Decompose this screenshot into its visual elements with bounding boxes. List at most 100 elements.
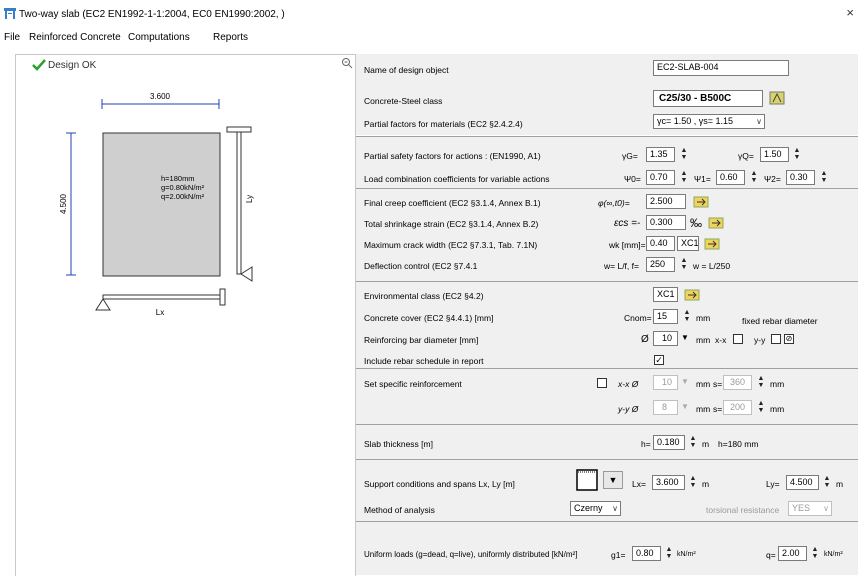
ly-dimension-text: 4.500: [59, 193, 68, 214]
thickness-unit: m: [702, 439, 710, 449]
slab-info-live: q=2.00kN/m²: [161, 192, 205, 201]
support-condition-icon[interactable]: [576, 469, 598, 491]
bar-diameter-input[interactable]: 10: [653, 331, 678, 346]
cover-spinner[interactable]: ▲ ▼: [681, 309, 693, 324]
fixed-diameter-label: fixed rebar diameter: [742, 316, 818, 326]
shrinkage-unit: ‰: [690, 216, 702, 230]
method-select[interactable]: Czerny ∨: [570, 501, 621, 516]
psi0-input[interactable]: 0.70: [646, 170, 675, 185]
specific-xx-spacing-spinner[interactable]: ▲ ▼: [755, 375, 767, 390]
lx-spinner[interactable]: ▲ ▼: [687, 475, 699, 490]
psi1-spinner[interactable]: ▲ ▼: [748, 170, 760, 185]
psi1-input[interactable]: 0.60: [716, 170, 745, 185]
ly-beam: [236, 131, 242, 275]
torsional-select[interactable]: YES ∨: [788, 501, 832, 516]
q-symbol: q=: [766, 550, 776, 560]
slab-drawing: 3.600 4.500 h=180mm g=0.80kN/m² q=2.00kN…: [59, 92, 254, 317]
group-loads: Uniform loads (g=dead, q=live), uniforml…: [356, 521, 858, 576]
group-durability: Environmental class (EC2 §4.2) XC1 Concr…: [356, 281, 858, 369]
deflection-result: w = L/250: [693, 261, 731, 271]
name-input[interactable]: EC2-SLAB-004: [653, 60, 789, 76]
deflection-spinner[interactable]: ▲ ▼: [678, 257, 690, 272]
fixed-yy-label: y-y: [754, 335, 766, 345]
method-label: Method of analysis: [364, 505, 435, 515]
specific-yy-dropdown[interactable]: ▼: [681, 402, 689, 411]
creep-label: Final creep coefficient (EC2 §3.1.4, Ann…: [364, 198, 541, 208]
support-condition-dropdown[interactable]: ▼: [603, 471, 623, 489]
shrinkage-calc-icon[interactable]: [708, 216, 724, 230]
gammaG-input[interactable]: 1.35: [646, 147, 675, 162]
crack-width-input[interactable]: 0.40: [646, 236, 675, 251]
specific-yy-spacing[interactable]: 200: [723, 400, 752, 415]
environment-field[interactable]: XC1: [653, 287, 678, 302]
close-button[interactable]: ×: [846, 5, 854, 20]
deflection-input[interactable]: 250: [646, 257, 675, 272]
menu-computations[interactable]: Computations: [128, 32, 190, 43]
psi2-spinner[interactable]: ▲ ▼: [818, 170, 830, 185]
specific-xx-diameter[interactable]: 10: [653, 375, 678, 390]
thickness-result: h=180 mm: [718, 439, 759, 449]
creep-calc-icon[interactable]: [693, 195, 709, 209]
crack-width-symbol: wk [mm]=: [609, 240, 646, 250]
thickness-input[interactable]: 0.180: [653, 435, 685, 450]
fixed-yy-checkbox[interactable]: [771, 334, 781, 344]
lx-input[interactable]: 3.600: [652, 475, 685, 490]
concrete-class-field[interactable]: C25/30 - B500C: [653, 90, 763, 107]
group-actions: Partial safety factors for actions : (EN…: [356, 136, 858, 189]
psi2-input[interactable]: 0.30: [786, 170, 815, 185]
specific-yy-diameter[interactable]: 8: [653, 400, 678, 415]
specific-reinforcement-checkbox[interactable]: [597, 378, 607, 388]
psi2-label: Ψ2=: [764, 174, 781, 184]
specific-xx-spacing[interactable]: 360: [723, 375, 752, 390]
specific-yy-spacing-spinner[interactable]: ▲ ▼: [755, 400, 767, 415]
specific-xx-unit: mm: [696, 379, 711, 389]
specific-xx-spacing-label: s=: [713, 379, 723, 389]
specific-xx-dropdown[interactable]: ▼: [681, 377, 689, 386]
cover-symbol: Cnom=: [624, 313, 652, 323]
bar-diameter-dropdown[interactable]: ▼: [681, 333, 689, 342]
q-input[interactable]: 2.00: [778, 546, 807, 561]
g1-unit: kN/m²: [677, 551, 696, 558]
q-spinner[interactable]: ▲ ▼: [809, 546, 821, 561]
torsional-value: YES: [792, 503, 811, 513]
g1-input[interactable]: 0.80: [632, 546, 661, 561]
g1-spinner[interactable]: ▲ ▼: [663, 546, 675, 561]
cover-unit: mm: [696, 313, 711, 323]
shrinkage-label: Total shrinkage strain (EC2 §3.1.4, Anne…: [364, 219, 539, 229]
cover-input[interactable]: 15: [653, 309, 678, 324]
group-specific-reinforcement: Set specific reinforcement x-x Ø 10 ▼ mm…: [356, 368, 858, 425]
lx-beam: [102, 294, 221, 300]
thickness-spinner[interactable]: ▲ ▼: [687, 435, 699, 450]
ly-spinner[interactable]: ▲ ▼: [821, 475, 833, 490]
creep-input[interactable]: 2.500: [646, 194, 686, 209]
specific-yy-unit: mm: [696, 404, 711, 414]
specific-xx-spacing-unit: mm: [770, 379, 785, 389]
menu-file[interactable]: File: [4, 32, 20, 43]
deflection-label: Deflection control (EC2 §7.4.1: [364, 261, 478, 271]
lx-label: Lx: [156, 308, 164, 317]
fixed-xx-checkbox[interactable]: [733, 334, 743, 344]
thickness-symbol: h=: [641, 439, 651, 449]
psi0-spinner[interactable]: ▲ ▼: [678, 170, 690, 185]
menu-reinforced-concrete[interactable]: Reinforced Concrete: [29, 32, 121, 43]
specific-yy-label: y-y Ø: [618, 404, 639, 414]
environment-calc-icon[interactable]: [684, 288, 700, 302]
menu-reports[interactable]: Reports: [213, 32, 248, 43]
schedule-checkbox[interactable]: ✓: [654, 355, 664, 365]
q-unit: kN/m²: [824, 551, 843, 558]
ly-symbol: Ly=: [766, 479, 780, 489]
specific-yy-spacing-label: s=: [713, 404, 723, 414]
partial-materials-select[interactable]: γc= 1.50 , γs= 1.15 ∨: [653, 114, 765, 129]
window-title: Two-way slab (EC2 EN1992-1-1:2004, EC0 E…: [19, 9, 285, 20]
material-picker-icon[interactable]: [769, 91, 785, 105]
ly-input[interactable]: 4.500: [786, 475, 819, 490]
name-label: Name of design object: [364, 65, 449, 75]
crack-calc-icon[interactable]: [704, 237, 720, 251]
lx-dimension-text: 3.600: [150, 92, 171, 101]
crack-class-field[interactable]: XC1: [677, 236, 699, 251]
gammaQ-spinner[interactable]: ▲ ▼: [791, 147, 803, 162]
gammaQ-input[interactable]: 1.50: [760, 147, 789, 162]
gammaG-spinner[interactable]: ▲ ▼: [678, 147, 690, 162]
diameter-icon[interactable]: ⊘: [784, 334, 794, 344]
shrinkage-input[interactable]: 0.300: [646, 215, 686, 230]
